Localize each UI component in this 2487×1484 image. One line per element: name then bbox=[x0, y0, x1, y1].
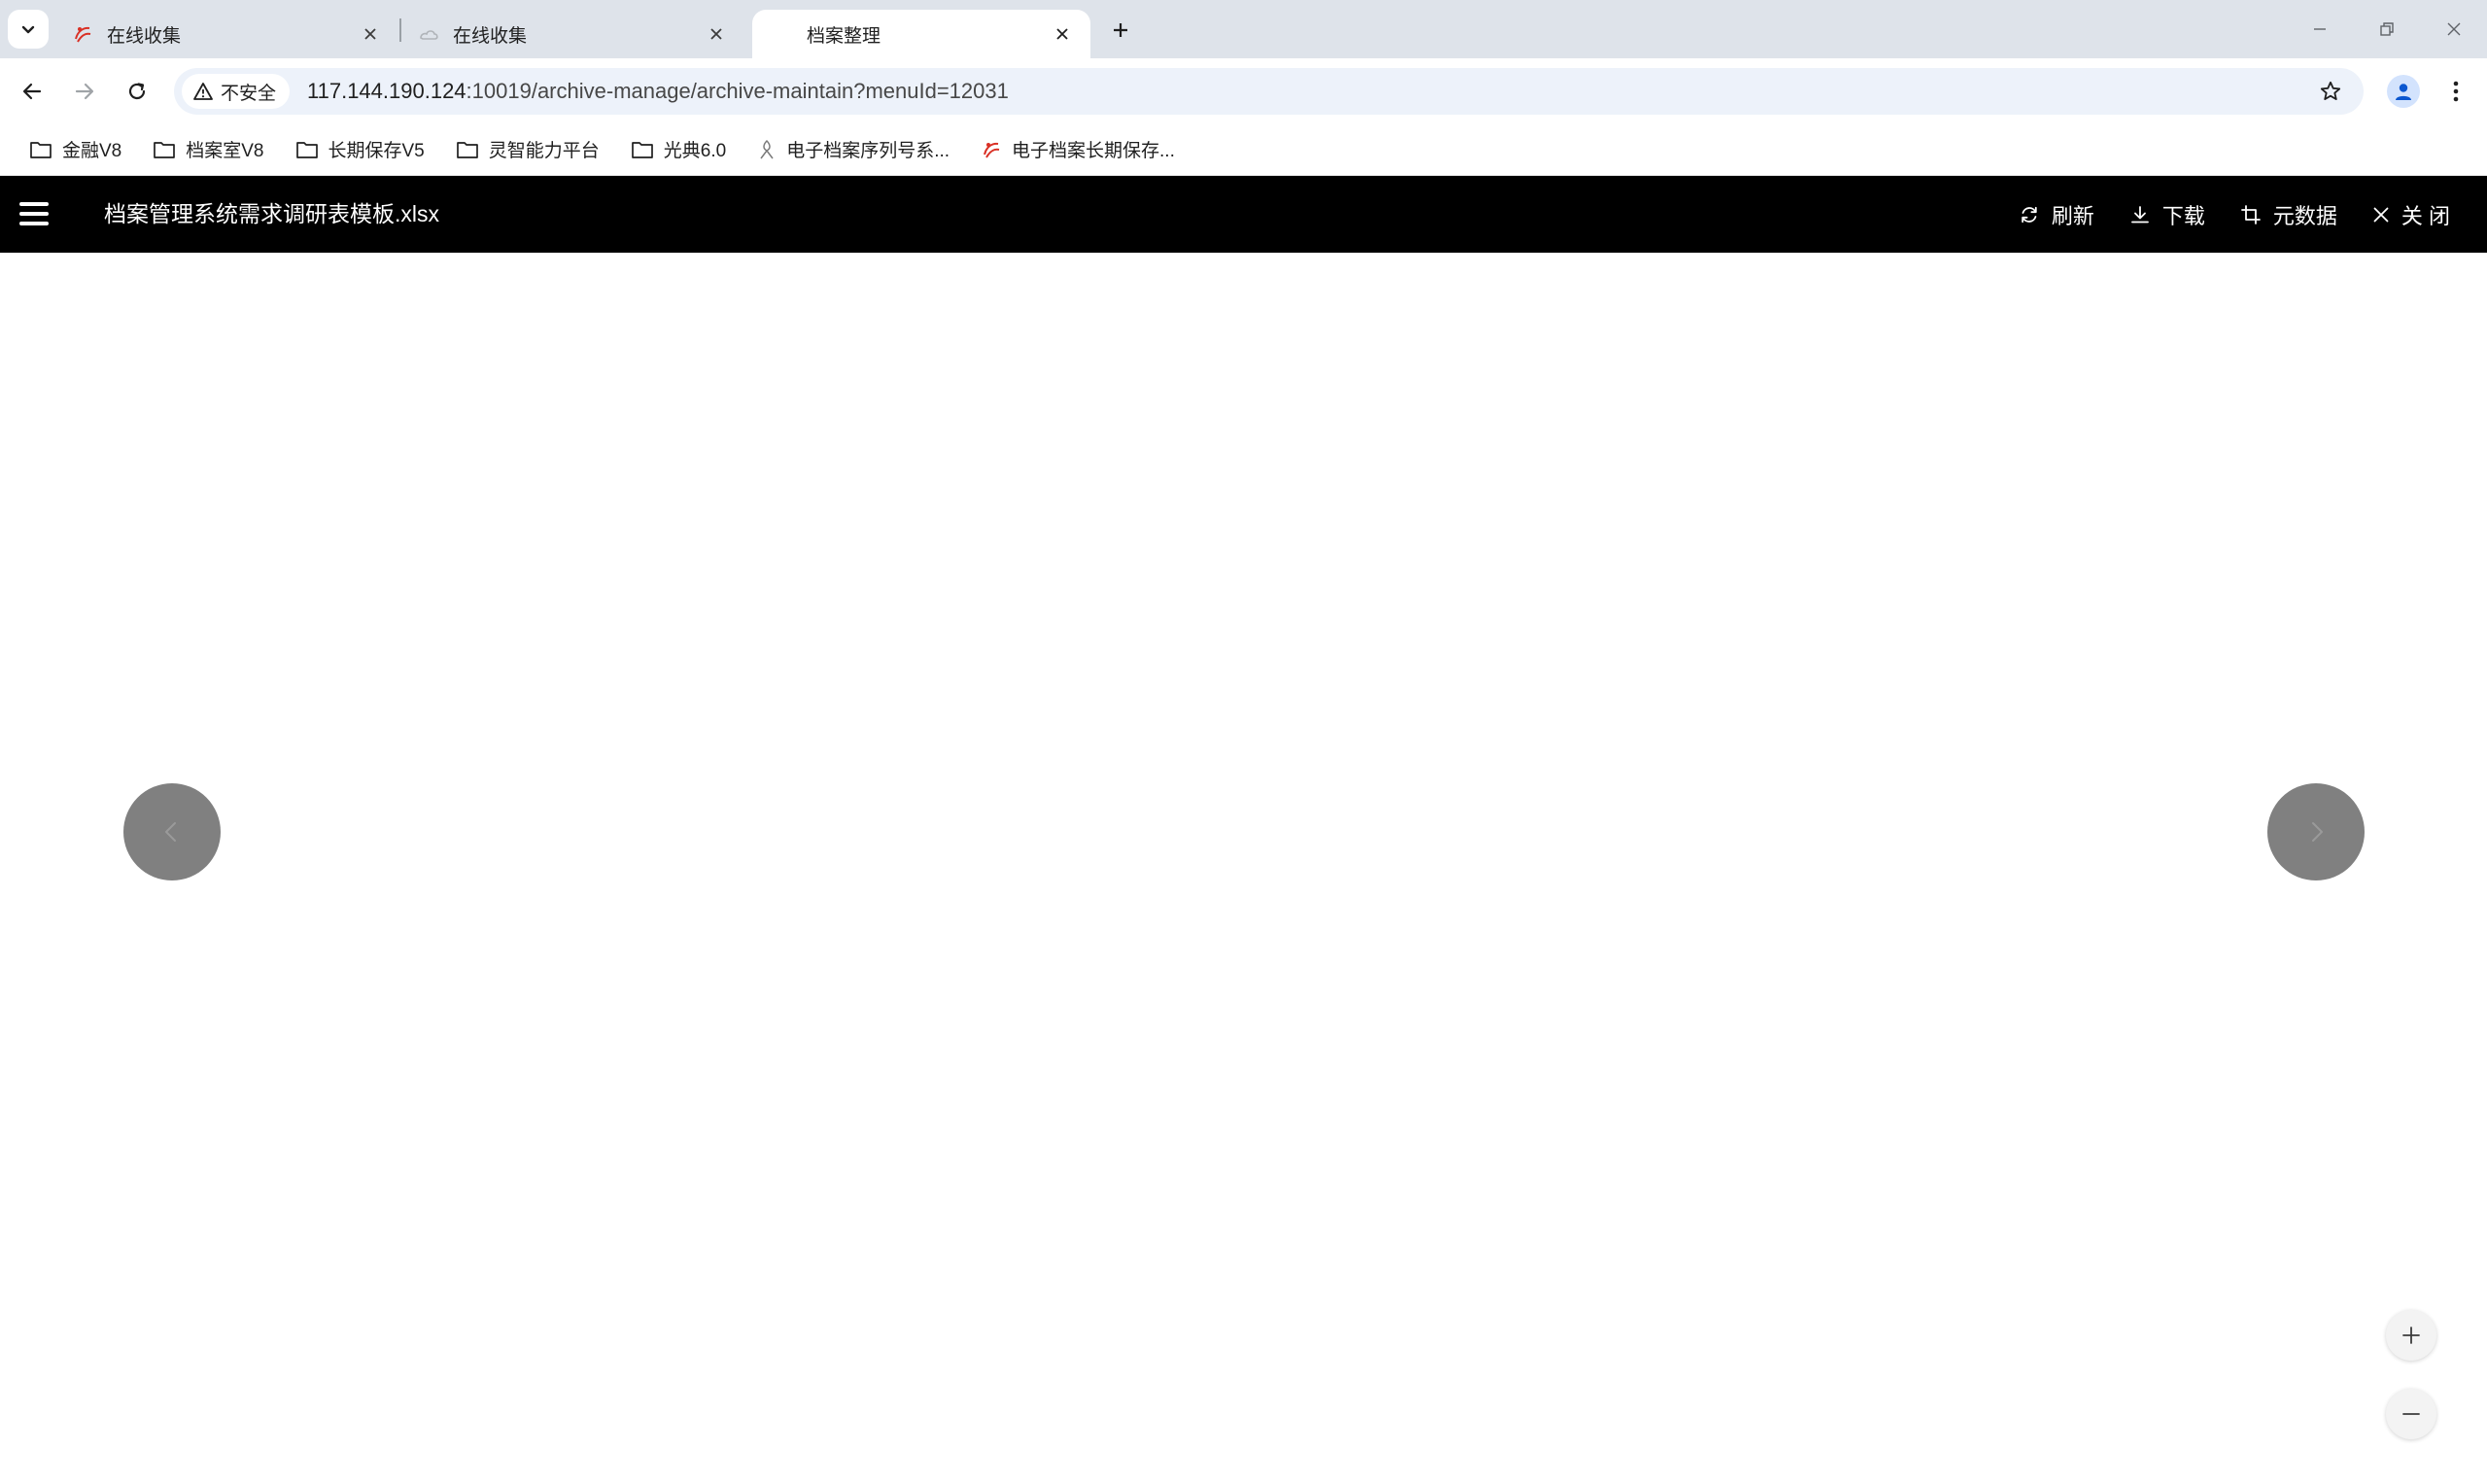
zoom-in-button[interactable] bbox=[2386, 1310, 2436, 1361]
bookmark-label: 灵智能力平台 bbox=[488, 141, 600, 161]
download-icon bbox=[2130, 205, 2149, 223]
tab-strip: 在线收集 在线收集 档案整理 bbox=[0, 0, 2487, 58]
arrow-left-icon bbox=[22, 83, 42, 100]
bookmarks-bar: 金融V8 档案室V8 长期保存V5 灵智能力平台 光典6.0 电子档案序列号系.… bbox=[0, 123, 2487, 176]
bookmark-folder-guangdian[interactable]: 光典6.0 bbox=[619, 130, 738, 169]
red-swirl-logo-icon bbox=[984, 142, 1000, 158]
tab-title: 在线收集 bbox=[107, 25, 182, 47]
tab-close-icon[interactable] bbox=[1048, 19, 1077, 49]
security-label: 不安全 bbox=[221, 83, 277, 104]
url-path: :10019/archive-manage/archive-maintain?m… bbox=[466, 79, 1009, 103]
viewer-header: 档案管理系统需求调研表模板.xlsx 刷新 下载 元数据 关 闭 bbox=[0, 176, 2487, 253]
browser-window: 在线收集 在线收集 档案整理 不安全 117.144.190.124:10019… bbox=[0, 0, 2487, 1484]
window-minimize-button[interactable] bbox=[2288, 4, 2352, 54]
close-icon bbox=[2373, 207, 2389, 222]
close-label: 关 闭 bbox=[2401, 203, 2450, 228]
zoom-out-button[interactable] bbox=[2386, 1389, 2436, 1439]
bookmark-folder-lingzhi[interactable]: 灵智能力平台 bbox=[444, 130, 611, 169]
grey-cloud-logo-icon bbox=[420, 30, 438, 40]
previous-page-button[interactable] bbox=[123, 783, 221, 880]
bookmark-label: 电子档案序列号系... bbox=[786, 141, 950, 161]
folder-icon bbox=[295, 141, 318, 158]
window-restore-button[interactable] bbox=[2355, 4, 2419, 54]
refresh-icon bbox=[2021, 206, 2037, 223]
hamburger-menu-icon[interactable] bbox=[17, 199, 51, 228]
document-viewer bbox=[0, 253, 2487, 1484]
tab-search-button[interactable] bbox=[8, 10, 49, 49]
plus-icon bbox=[2402, 1327, 2420, 1344]
window-close-button[interactable] bbox=[2422, 4, 2486, 54]
reload-button[interactable] bbox=[117, 71, 157, 112]
browser-menu-button[interactable] bbox=[2437, 73, 2474, 110]
download-button[interactable]: 下载 bbox=[2129, 199, 2205, 230]
tab-online-collect-1[interactable]: 在线收集 bbox=[52, 10, 398, 58]
next-page-button[interactable] bbox=[2267, 783, 2365, 880]
kebab-menu-icon bbox=[2453, 81, 2459, 102]
bookmark-label: 档案室V8 bbox=[186, 141, 264, 161]
address-bar[interactable]: 不安全 117.144.190.124:10019/archive-manage… bbox=[174, 68, 2364, 115]
folder-icon bbox=[456, 141, 478, 158]
viewer-actions: 刷新 下载 元数据 关 闭 bbox=[2019, 176, 2450, 253]
bookmark-folder-danganshi[interactable]: 档案室V8 bbox=[141, 130, 275, 169]
reload-icon bbox=[128, 83, 146, 100]
tab-online-collect-2[interactable]: 在线收集 bbox=[398, 10, 744, 58]
tab-favicon-placeholder bbox=[772, 23, 793, 45]
document-title: 档案管理系统需求调研表模板.xlsx bbox=[104, 201, 439, 226]
download-label: 下载 bbox=[2161, 203, 2205, 228]
bookmark-folder-jinrong[interactable]: 金融V8 bbox=[17, 130, 133, 169]
bookmark-longterm-storage[interactable]: 电子档案长期保存... bbox=[969, 130, 1187, 169]
url-text[interactable]: 117.144.190.124:10019/archive-manage/arc… bbox=[307, 79, 1009, 104]
restore-icon bbox=[2380, 22, 2394, 36]
warning-triangle-icon bbox=[193, 83, 213, 100]
person-icon bbox=[2396, 84, 2411, 100]
metadata-label: 元数据 bbox=[2272, 203, 2337, 228]
bookmark-serial-system[interactable]: 电子档案序列号系... bbox=[745, 130, 961, 169]
forward-button[interactable] bbox=[64, 71, 105, 112]
tab-title: 在线收集 bbox=[453, 25, 528, 47]
close-icon bbox=[2447, 22, 2461, 36]
new-tab-button[interactable] bbox=[1104, 14, 1137, 47]
profile-avatar[interactable] bbox=[2387, 75, 2420, 108]
bookmark-folder-changqi[interactable]: 长期保存V5 bbox=[284, 130, 436, 169]
tab-title: 档案整理 bbox=[807, 25, 881, 47]
plus-icon bbox=[1114, 23, 1127, 37]
chevron-left-icon bbox=[165, 822, 176, 842]
metadata-button[interactable]: 元数据 bbox=[2240, 199, 2337, 230]
back-button[interactable] bbox=[12, 71, 52, 112]
tab-archive-organize[interactable]: 档案整理 bbox=[752, 10, 1090, 58]
tab-close-icon[interactable] bbox=[702, 19, 731, 49]
bookmark-label: 长期保存V5 bbox=[328, 141, 425, 161]
minimize-icon bbox=[2314, 28, 2326, 30]
bookmark-label: 电子档案长期保存... bbox=[1012, 141, 1175, 161]
folder-icon bbox=[154, 141, 176, 158]
security-chip[interactable]: 不安全 bbox=[182, 74, 291, 109]
url-host: 117.144.190.124 bbox=[307, 79, 466, 103]
refresh-button[interactable]: 刷新 bbox=[2019, 199, 2094, 230]
browser-toolbar: 不安全 117.144.190.124:10019/archive-manage… bbox=[0, 58, 2487, 123]
grey-logo-icon bbox=[760, 139, 774, 158]
arrow-right-icon bbox=[75, 83, 94, 100]
crop-icon bbox=[2240, 204, 2261, 224]
red-swirl-logo-icon bbox=[75, 26, 91, 43]
bookmark-star-button[interactable] bbox=[2313, 74, 2348, 109]
minus-icon bbox=[2402, 1413, 2420, 1415]
bookmark-label: 光典6.0 bbox=[663, 141, 727, 161]
folder-icon bbox=[30, 141, 52, 158]
bookmark-label: 金融V8 bbox=[62, 141, 122, 161]
refresh-label: 刷新 bbox=[2051, 203, 2094, 228]
folder-icon bbox=[631, 141, 653, 158]
close-viewer-button[interactable]: 关 闭 bbox=[2372, 199, 2450, 230]
tab-close-icon[interactable] bbox=[356, 19, 385, 49]
chevron-down-icon bbox=[21, 25, 35, 34]
star-icon bbox=[2320, 81, 2341, 100]
chevron-right-icon bbox=[2312, 822, 2323, 842]
